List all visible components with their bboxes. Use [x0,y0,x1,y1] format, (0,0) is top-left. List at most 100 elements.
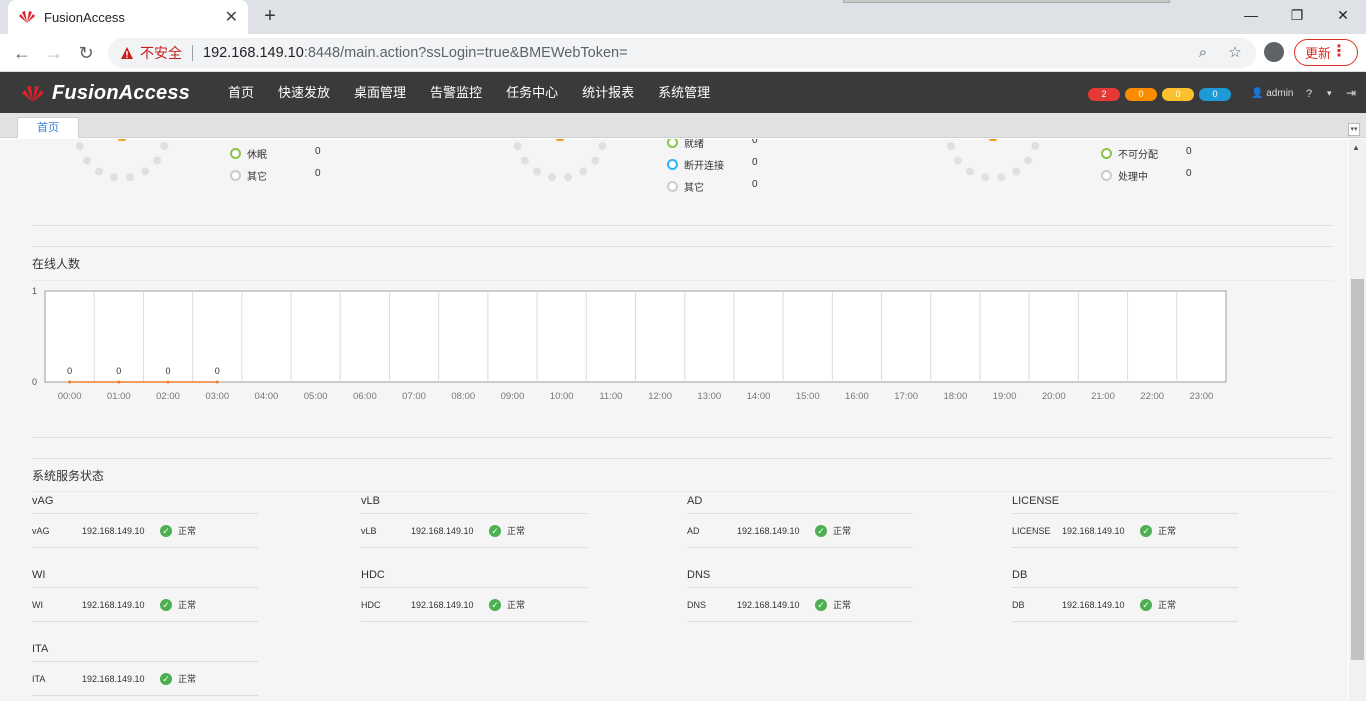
service-group-name: WI [32,569,46,581]
service-status: 正常 [1158,600,1177,610]
service-group: vAG vAG 192.168.149.10 ✓ 正常 [32,495,258,548]
divider [32,621,258,622]
x-tick-label: 02:00 [156,391,180,402]
scrollbar-thumb[interactable] [1351,279,1364,660]
critical-alarm-badge[interactable]: 2 [1088,88,1120,101]
major-alarm-badge[interactable]: 0 [1125,88,1157,101]
service-status: 正常 [833,526,852,536]
logout-icon[interactable]: ⇥ [1346,86,1356,100]
y-tick-label: 0 [32,377,37,387]
service-status: 正常 [178,674,197,684]
help-icon[interactable]: ? [1306,88,1312,100]
check-circle-icon: ✓ [160,672,172,685]
service-group: HDC HDC 192.168.149.10 ✓ 正常 [361,569,587,622]
divider [32,547,258,548]
service-type: AD [687,525,700,536]
user-icon: 👤 [1251,88,1264,99]
scroll-up-icon[interactable]: ▲ [1352,143,1360,152]
minor-alarm-badge[interactable]: 0 [1162,88,1194,101]
x-tick-label: 11:00 [599,391,622,402]
profile-avatar-icon[interactable] [1264,42,1284,62]
x-tick-label: 20:00 [1042,391,1066,402]
check-circle-icon: ✓ [489,524,501,537]
divider [361,621,587,622]
x-tick-label: 21:00 [1091,391,1115,402]
menu-alarm-monitoring[interactable]: 告警监控 [418,72,494,113]
service-ip: 192.168.149.10 [82,673,145,684]
service-group-name: vAG [32,495,54,507]
main-content: 休眠 0 其它 0 就绪 0 断开连接 0 其它 0 不可分配 0 处理中 0 … [0,139,1348,701]
check-circle-icon: ✓ [1140,524,1152,537]
insecure-label[interactable]: 不安全 [140,43,182,63]
service-ip: 192.168.149.10 [1062,525,1125,536]
service-ip: 192.168.149.10 [737,599,800,610]
service-ip: 192.168.149.10 [82,599,145,610]
username: admin [1266,88,1294,99]
service-row: HDC 192.168.149.10 ✓ 正常 [361,588,587,621]
data-label: 0 [67,366,72,376]
x-tick-label: 16:00 [845,391,869,402]
x-tick-label: 04:00 [255,391,279,402]
data-label: 0 [166,366,171,376]
close-window-icon[interactable]: ✕ [1320,0,1366,30]
more-menu-icon[interactable]: ⋮ [1331,42,1347,62]
service-row: DB 192.168.149.10 ✓ 正常 [1012,588,1238,621]
service-ip: 192.168.149.10 [737,525,800,536]
service-ip: 192.168.149.10 [411,599,474,610]
x-tick-label: 12:00 [648,391,672,402]
menu-home[interactable]: 首页 [216,72,266,113]
restore-icon[interactable]: ❐ [1274,0,1320,30]
page-tabs: 首页 ▾▾ [0,113,1366,138]
warning-alarm-badge[interactable]: 0 [1199,88,1231,101]
address-bar[interactable]: 不安全 192.168.149.10:8448/main.action?ssLo… [108,38,1256,68]
data-point [117,380,121,384]
update-label: 更新 [1305,46,1332,61]
back-icon[interactable]: ← [9,40,35,66]
divider [687,547,913,548]
service-type: WI [32,599,43,610]
x-tick-label: 05:00 [304,391,328,402]
new-tab-button[interactable]: + [258,4,282,28]
user-menu[interactable]: 👤 admin [1251,88,1293,99]
bookmark-star-icon[interactable]: ☆ [1226,44,1244,62]
service-group-name: vLB [361,495,380,507]
service-status: 正常 [507,600,526,610]
minimize-icon[interactable]: — [1228,0,1274,30]
tab-title: FusionAccess [44,9,125,25]
menu-desktop-management[interactable]: 桌面管理 [342,72,418,113]
menu-system-management[interactable]: 系统管理 [646,72,722,113]
menu-task-center[interactable]: 任务中心 [494,72,570,113]
chevron-down-icon[interactable]: ▾ [1327,88,1332,99]
divider [1012,621,1238,622]
divider [32,695,258,696]
service-group: WI WI 192.168.149.10 ✓ 正常 [32,569,258,622]
service-group-name: AD [687,495,703,507]
check-circle-icon: ✓ [160,524,172,537]
menu-quick-provision[interactable]: 快速发放 [266,72,342,113]
data-label: 0 [116,366,121,376]
huawei-logo-icon [22,85,44,102]
data-point [68,380,72,384]
menu-statistics-report[interactable]: 统计报表 [570,72,646,113]
tab-home[interactable]: 首页 [17,117,79,138]
app-logo[interactable]: FusionAccess [20,82,190,105]
update-button[interactable]: 更新 ⋮ [1294,39,1358,66]
service-group-name: DNS [687,569,711,581]
browser-tab[interactable]: FusionAccess ✕ [8,0,248,34]
divider [361,547,587,548]
x-tick-label: 01:00 [107,391,131,402]
divider [1012,547,1238,548]
service-group-name: LICENSE [1012,495,1060,507]
browser-toolbar: ← → ↻ 不安全 192.168.149.10:8448/main.actio… [0,34,1366,72]
data-point [215,380,219,384]
x-tick-label: 10:00 [550,391,574,402]
x-tick-label: 09:00 [501,391,525,402]
service-group: DB DB 192.168.149.10 ✓ 正常 [1012,569,1238,622]
zoom-icon[interactable]: ⌕ [1194,44,1212,62]
forward-icon[interactable]: → [41,40,67,66]
x-tick-label: 15:00 [796,391,820,402]
close-tab-icon[interactable]: ✕ [225,7,238,27]
tabs-scroll-icon[interactable]: ▾▾ [1348,123,1360,136]
reload-icon[interactable]: ↻ [73,40,99,66]
service-status: 正常 [178,526,197,536]
